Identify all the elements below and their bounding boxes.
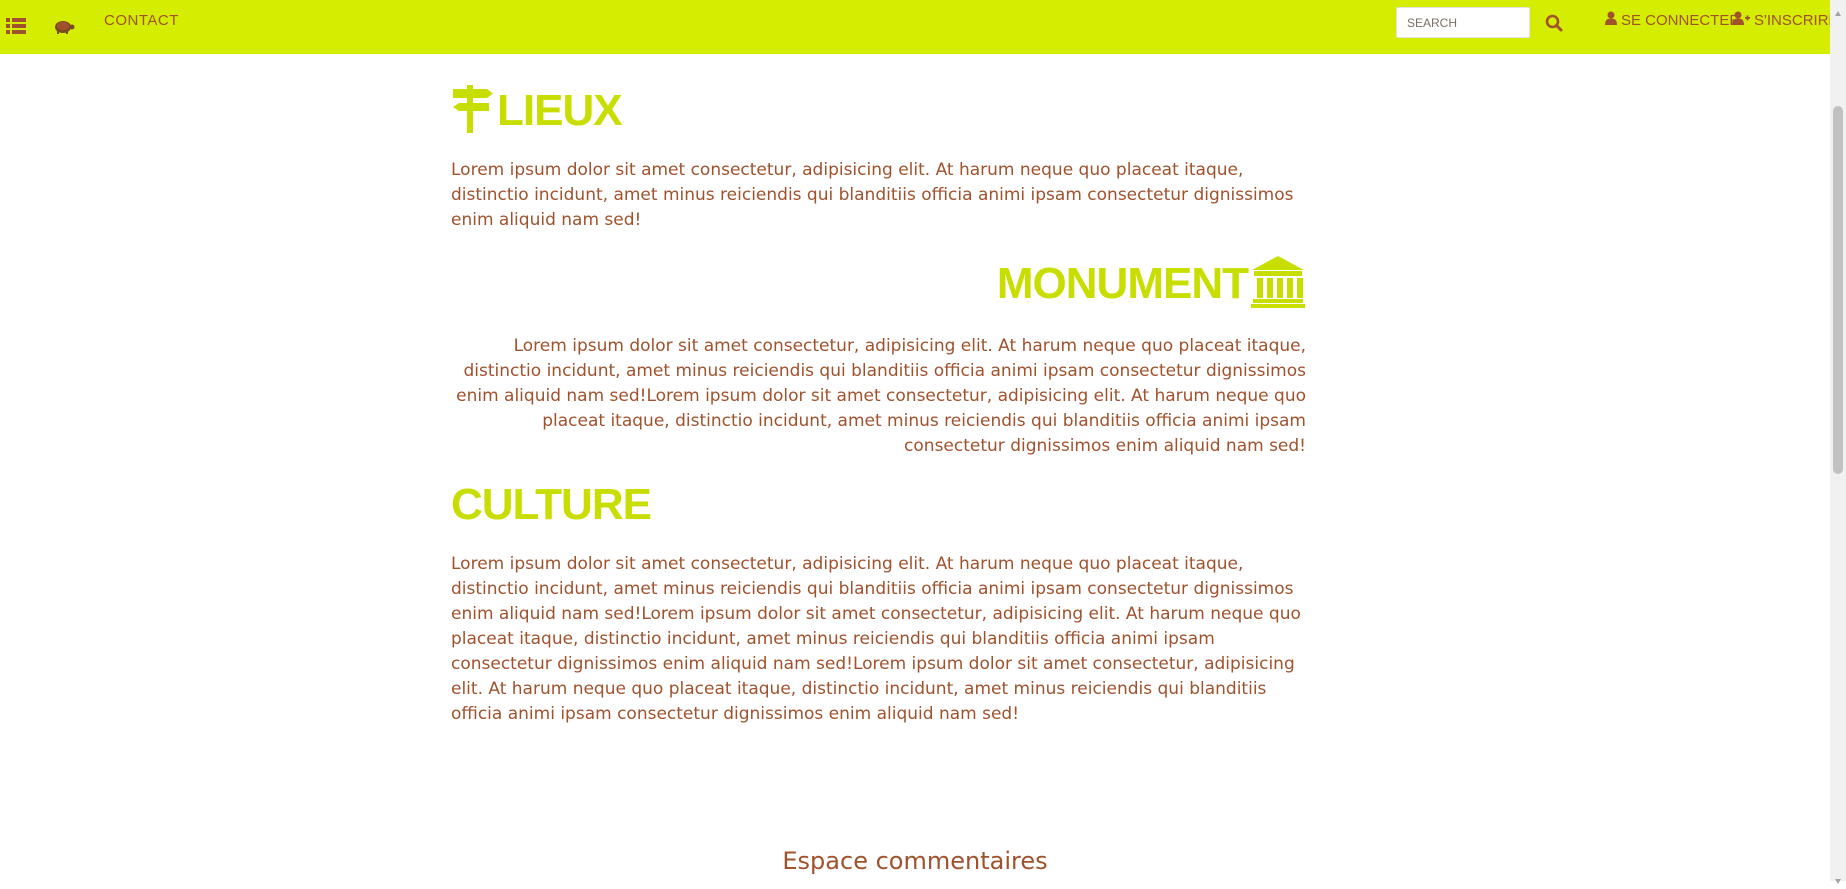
contact-link[interactable]: Contact xyxy=(104,12,179,29)
section-culture: Culture Lorem ipsum dolor sit amet conse… xyxy=(451,458,1306,727)
scroll-up-arrow-icon[interactable] xyxy=(1834,3,1842,16)
bank-icon xyxy=(1250,254,1306,313)
section-text-monument: Lorem ipsum dolor sit amet consectetur, … xyxy=(456,335,1306,456)
signpost-icon xyxy=(451,81,495,140)
section-title-culture: Culture xyxy=(451,478,1306,532)
section-text-lieux: Lorem ipsum dolor sit amet consectetur, … xyxy=(451,159,1294,230)
section-text-culture: Lorem ipsum dolor sit amet consectetur, … xyxy=(451,553,1301,724)
vertical-scrollbar[interactable] xyxy=(1830,0,1846,884)
signup-label: S'inscrire xyxy=(1754,11,1839,29)
top-navbar: Contact Se connecter S'inscrire xyxy=(0,0,1839,54)
section-title-monument: Monument xyxy=(451,256,1306,312)
search-icon[interactable] xyxy=(1543,12,1565,34)
user-icon xyxy=(1605,11,1617,29)
signup-link[interactable]: S'inscrire xyxy=(1732,11,1839,29)
title-text-lieux: Lieux xyxy=(497,85,623,135)
title-text-monument: Monument xyxy=(996,258,1249,308)
login-link[interactable]: Se connecter xyxy=(1605,11,1740,29)
turtle-logo-icon[interactable] xyxy=(52,14,76,38)
section-lieux: Lieux Lorem ipsum dolor sit amet consect… xyxy=(451,64,1306,233)
section-title-lieux: Lieux xyxy=(451,84,1306,138)
title-text-culture: Culture xyxy=(451,479,652,529)
user-plus-icon xyxy=(1732,11,1750,29)
comments-title: Espace commentaires xyxy=(782,847,1048,875)
login-label: Se connecter xyxy=(1621,11,1741,29)
section-monument: Monument Lorem ipsum dolor sit amet cons… xyxy=(451,236,1306,459)
scrollbar-thumb[interactable] xyxy=(1833,106,1843,474)
list-icon[interactable] xyxy=(4,14,28,38)
scroll-down-arrow-icon[interactable] xyxy=(1834,870,1842,884)
search-input[interactable] xyxy=(1396,7,1530,38)
